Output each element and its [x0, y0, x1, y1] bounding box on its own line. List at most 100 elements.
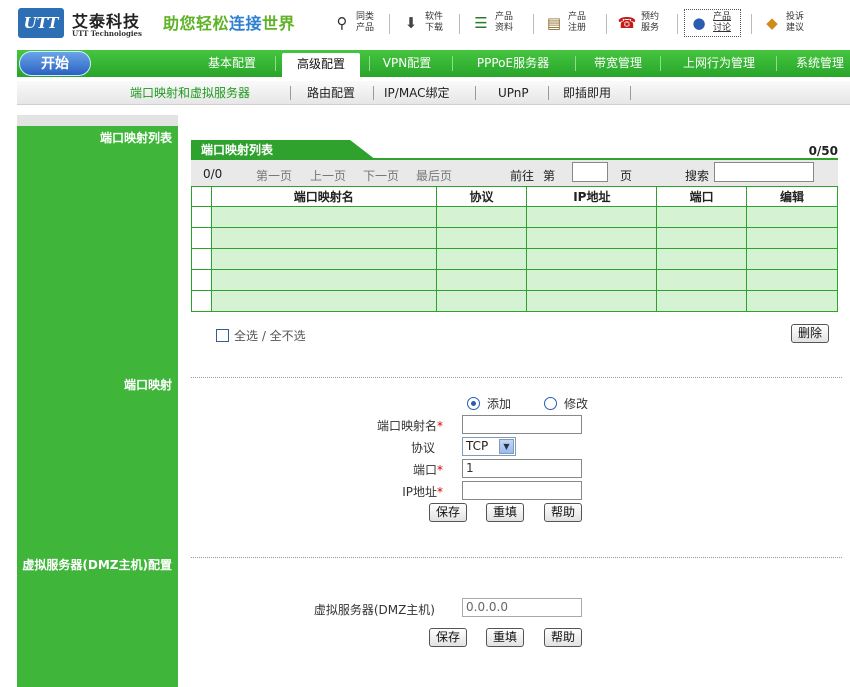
table-cell	[435, 206, 528, 228]
next-page-link[interactable]: 下一页	[363, 167, 399, 184]
suggest-icon: ◆	[766, 14, 778, 32]
section-label-list: 端口映射列表	[99, 131, 172, 145]
table-cell	[526, 206, 658, 228]
col-name: 端口映射名	[210, 186, 437, 207]
col-index	[191, 186, 212, 207]
list-panel-title: 端口映射列表	[191, 140, 376, 160]
link-appointment-service[interactable]: ☎ 预约 服务	[616, 9, 665, 37]
col-ip: IP地址	[526, 186, 658, 207]
brand-name-en: UTT Technologies	[72, 29, 142, 38]
col-protocol: 协议	[435, 186, 528, 207]
subnav-upnp[interactable]: UPnP	[498, 81, 529, 105]
tab-vpn-config[interactable]: VPN配置	[375, 50, 439, 77]
select-all-checkbox[interactable]	[216, 329, 229, 342]
link-product-docs[interactable]: ☰ 产品 资料	[470, 9, 519, 37]
tab-system-management[interactable]: 系统管理	[785, 50, 850, 77]
name-label: 端口映射名*	[376, 419, 443, 433]
select-all-row[interactable]: 全选 / 全不选	[216, 327, 306, 344]
tab-basic-config[interactable]: 基本配置	[200, 50, 264, 77]
table-cell	[210, 206, 437, 228]
save-button[interactable]: 保存	[429, 503, 468, 522]
protocol-select[interactable]: TCP ▼	[462, 437, 516, 456]
chevron-down-icon: ▼	[499, 439, 514, 454]
entry-count: 0/50	[808, 144, 838, 158]
table-cell	[526, 269, 658, 291]
page-number-input[interactable]	[572, 162, 608, 182]
tab-behavior-management[interactable]: 上网行为管理	[671, 50, 767, 77]
port-label: 端口*	[412, 463, 443, 477]
table-cell	[210, 269, 437, 291]
table-cell	[526, 248, 658, 270]
subnav-plug-and-play[interactable]: 即插即用	[563, 81, 611, 105]
tab-pppoe-server[interactable]: PPPoE服务器	[463, 50, 563, 77]
table-cell	[435, 269, 528, 291]
table-cell	[191, 248, 212, 270]
prev-page-link[interactable]: 上一页	[310, 167, 346, 184]
table-cell	[210, 290, 437, 312]
table-row	[191, 206, 838, 228]
register-icon: ▤	[546, 14, 562, 32]
table-cell	[435, 290, 528, 312]
ip-address-input[interactable]	[462, 481, 582, 500]
radio-modify-button[interactable]	[544, 397, 557, 410]
first-page-link[interactable]: 第一页	[256, 167, 292, 184]
link-product-register[interactable]: ▤ 产品 注册	[543, 9, 592, 37]
protocol-label: 协议	[410, 441, 435, 455]
table-cell	[191, 206, 212, 228]
table-cell	[191, 227, 212, 249]
slogan: 助您轻松连接世界	[163, 14, 296, 33]
dmz-label: 虚拟服务器(DMZ主机)	[313, 603, 435, 617]
search-icon: ⚲	[336, 14, 348, 32]
table-cell	[191, 269, 212, 291]
main-nav: 开始 基本配置 高级配置 VPN配置 PPPoE服务器 带宽管理 上网行为管理 …	[17, 50, 850, 77]
table-cell	[746, 248, 838, 270]
utt-logo: UTT	[18, 8, 64, 38]
select-all-label: 全选 / 全不选	[234, 329, 306, 343]
table-cell	[656, 227, 748, 249]
table-cell	[656, 290, 748, 312]
port-input[interactable]: 1	[462, 459, 582, 478]
dmz-save-button[interactable]: 保存	[429, 628, 468, 647]
table-cell	[746, 269, 838, 291]
link-similar-products[interactable]: ⚲ 同类 产品	[331, 9, 380, 37]
radio-add[interactable]: 添加	[467, 395, 511, 412]
radio-add-button[interactable]	[467, 397, 480, 410]
radio-modify[interactable]: 修改	[544, 395, 588, 412]
subnav-port-mapping[interactable]: 端口映射和虚拟服务器	[130, 81, 250, 105]
goto-label: 前往	[510, 169, 535, 183]
table-cell	[210, 227, 437, 249]
page-suffix: 页	[620, 169, 633, 183]
table-row	[191, 248, 838, 270]
table-cell	[526, 290, 658, 312]
dmz-ip-input[interactable]: 0.0.0.0	[462, 598, 582, 617]
table-cell	[435, 248, 528, 270]
delete-button[interactable]: 删除	[791, 324, 830, 343]
link-product-discussion[interactable]: ● 产品 讨论	[684, 9, 741, 37]
tab-advanced-config[interactable]: 高级配置	[282, 53, 360, 77]
help-button[interactable]: 帮助	[544, 503, 583, 522]
dmz-help-button[interactable]: 帮助	[544, 628, 583, 647]
search-input[interactable]	[714, 162, 814, 182]
tab-bandwidth-management[interactable]: 带宽管理	[583, 50, 653, 77]
search-label: 搜索	[685, 169, 710, 183]
table-cell	[656, 206, 748, 228]
table-cell	[656, 248, 748, 270]
start-button[interactable]: 开始	[19, 51, 91, 76]
last-page-link[interactable]: 最后页	[416, 167, 452, 184]
subnav-routing[interactable]: 路由配置	[307, 81, 355, 105]
section-label-dmz: 虚拟服务器(DMZ主机)配置	[22, 558, 172, 572]
reset-button[interactable]: 重填	[486, 503, 525, 522]
subnav-ip-mac-binding[interactable]: IP/MAC绑定	[384, 81, 450, 105]
link-complaint-suggestion[interactable]: ◆ 投诉 建议	[761, 9, 810, 37]
dmz-reset-button[interactable]: 重填	[486, 628, 525, 647]
link-software-download[interactable]: ⬇ 软件 下载	[400, 9, 449, 37]
table-cell	[746, 290, 838, 312]
table-cell	[746, 227, 838, 249]
mapping-name-input[interactable]	[462, 415, 582, 434]
ip-label: IP地址*	[402, 485, 443, 499]
table-header-row: 端口映射名 协议 IP地址 端口 编辑	[191, 186, 838, 207]
table-cell	[435, 227, 528, 249]
left-section-column: 端口映射列表 端口映射 虚拟服务器(DMZ主机)配置	[17, 115, 178, 687]
table-cell	[656, 269, 748, 291]
phone-icon: ☎	[617, 14, 637, 32]
